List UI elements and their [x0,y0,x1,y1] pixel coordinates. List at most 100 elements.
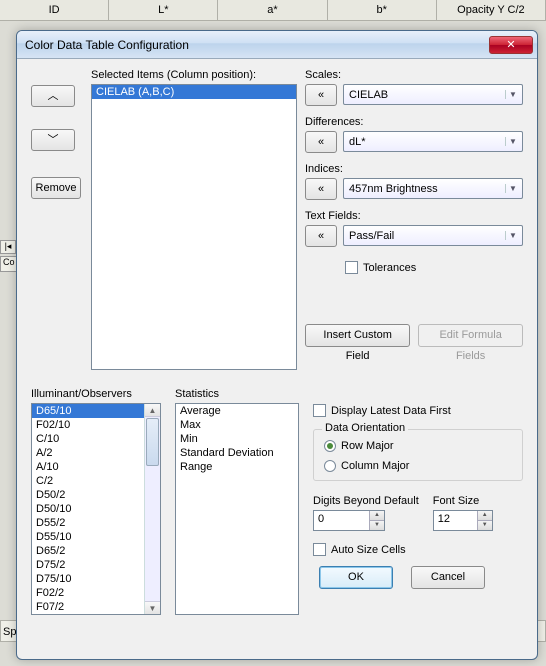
bg-header-b[interactable]: b* [328,0,437,20]
list-item[interactable]: F07/2 [32,600,144,614]
cancel-button[interactable]: Cancel [411,566,485,589]
bg-nav-first-icon[interactable]: |◂ [0,240,16,254]
list-item[interactable]: Standard Deviation [176,446,298,460]
bg-header-l[interactable]: L* [109,0,218,20]
double-chevron-left-icon: « [318,183,324,195]
scroll-up-icon[interactable]: ▲ [145,404,160,417]
scales-combo[interactable]: CIELAB ▼ [343,84,523,105]
bg-header-a[interactable]: a* [218,0,327,20]
insert-custom-field-button[interactable]: Insert Custom Field [305,324,410,347]
list-item[interactable]: C/10 [32,432,144,446]
selected-items-label: Selected Items (Column position): [91,69,297,81]
dialog-title: Color Data Table Configuration [25,38,489,52]
dropdown-icon: ▼ [505,231,520,240]
fontsize-label: Font Size [433,495,493,507]
close-button[interactable]: ✕ [489,36,533,54]
list-item[interactable]: C/2 [32,474,144,488]
statistics-list[interactable]: Average Max Min Standard Deviation Range [175,403,299,615]
radio-icon [324,440,336,452]
double-chevron-left-icon: « [318,230,324,242]
list-item[interactable]: Average [176,404,298,418]
add-scale-button[interactable]: « [305,84,337,106]
auto-size-label: Auto Size Cells [331,544,406,556]
scales-value: CIELAB [349,89,505,101]
fontsize-spinner[interactable]: 12 ▲▼ [433,510,493,531]
edit-formula-fields-button[interactable]: Edit Formula Fields [418,324,523,347]
textfields-label: Text Fields: [305,210,523,222]
list-item[interactable]: D55/2 [32,516,144,530]
data-orientation-legend: Data Orientation [322,422,408,434]
differences-value: dL* [349,136,505,148]
remove-button[interactable]: Remove [31,177,81,199]
selected-items-list[interactable]: CIELAB (A,B,C) [91,84,297,370]
indices-label: Indices: [305,163,523,175]
spin-down-icon[interactable]: ▼ [369,521,384,530]
add-textfield-button[interactable]: « [305,225,337,247]
chevron-down-icon: ﹀ [48,134,59,146]
list-item[interactable]: F02/2 [32,586,144,600]
dropdown-icon: ▼ [505,184,520,193]
textfields-value: Pass/Fail [349,230,505,242]
list-item[interactable]: D75/2 [32,558,144,572]
list-item[interactable]: D65/10 [32,404,144,418]
titlebar[interactable]: Color Data Table Configuration ✕ [17,31,537,59]
row-major-label: Row Major [341,440,394,452]
fontsize-value[interactable]: 12 [434,511,477,530]
checkbox-icon [313,404,326,417]
illuminant-scrollbar[interactable]: ▲ ▼ [144,404,160,614]
spin-up-icon[interactable]: ▲ [477,511,492,521]
spin-up-icon[interactable]: ▲ [369,511,384,521]
list-item[interactable]: Min [176,432,298,446]
tolerances-checkbox[interactable]: Tolerances [345,261,523,274]
dropdown-icon: ▼ [505,137,520,146]
scrollbar-thumb[interactable] [146,418,159,466]
list-item[interactable]: A/2 [32,446,144,460]
list-item[interactable]: F02/10 [32,418,144,432]
list-item[interactable]: D65/2 [32,544,144,558]
digits-spinner[interactable]: 0 ▲▼ [313,510,385,531]
ok-button[interactable]: OK [319,566,393,589]
spin-down-icon[interactable]: ▼ [477,521,492,530]
digits-label: Digits Beyond Default [313,495,419,507]
scroll-down-icon[interactable]: ▼ [145,601,160,614]
list-item[interactable]: Range [176,460,298,474]
checkbox-icon [345,261,358,274]
list-item[interactable]: D50/2 [32,488,144,502]
differences-label: Differences: [305,116,523,128]
scales-label: Scales: [305,69,523,81]
move-up-button[interactable]: ︿ [31,85,75,107]
list-item[interactable]: Max [176,418,298,432]
list-item[interactable]: A/10 [32,460,144,474]
column-major-label: Column Major [341,460,409,472]
differences-combo[interactable]: dL* ▼ [343,131,523,152]
tolerances-label: Tolerances [363,262,416,274]
list-item[interactable]: D50/10 [32,502,144,516]
checkbox-icon [313,543,326,556]
digits-value[interactable]: 0 [314,511,369,530]
list-item[interactable]: D55/10 [32,530,144,544]
add-index-button[interactable]: « [305,178,337,200]
add-difference-button[interactable]: « [305,131,337,153]
indices-combo[interactable]: 457nm Brightness ▼ [343,178,523,199]
chevron-up-icon: ︿ [48,90,59,102]
textfields-combo[interactable]: Pass/Fail ▼ [343,225,523,246]
auto-size-cells-checkbox[interactable]: Auto Size Cells [313,543,523,556]
column-major-radio[interactable]: Column Major [324,460,512,472]
selected-item[interactable]: CIELAB (A,B,C) [92,85,296,99]
list-item[interactable]: D75/10 [32,572,144,586]
indices-value: 457nm Brightness [349,183,505,195]
double-chevron-left-icon: « [318,136,324,148]
move-down-button[interactable]: ﹀ [31,129,75,151]
row-major-radio[interactable]: Row Major [324,440,512,452]
illuminant-label: Illuminant/Observers [31,388,161,400]
dialog-color-data-table-config: Color Data Table Configuration ✕ ︿ ﹀ Rem… [16,30,538,660]
close-icon: ✕ [506,39,515,51]
dropdown-icon: ▼ [505,90,520,99]
bg-header-id[interactable]: ID [0,0,109,20]
display-latest-checkbox[interactable]: Display Latest Data First [313,404,523,417]
data-orientation-group: Data Orientation Row Major Column Major [313,429,523,481]
bg-header-row: ID L* a* b* Opacity Y C/2 [0,0,546,21]
display-latest-label: Display Latest Data First [331,405,451,417]
illuminant-list[interactable]: D65/10 F02/10 C/10 A/2 A/10 C/2 D50/2 D5… [32,404,144,614]
bg-header-opacity[interactable]: Opacity Y C/2 [437,0,546,20]
